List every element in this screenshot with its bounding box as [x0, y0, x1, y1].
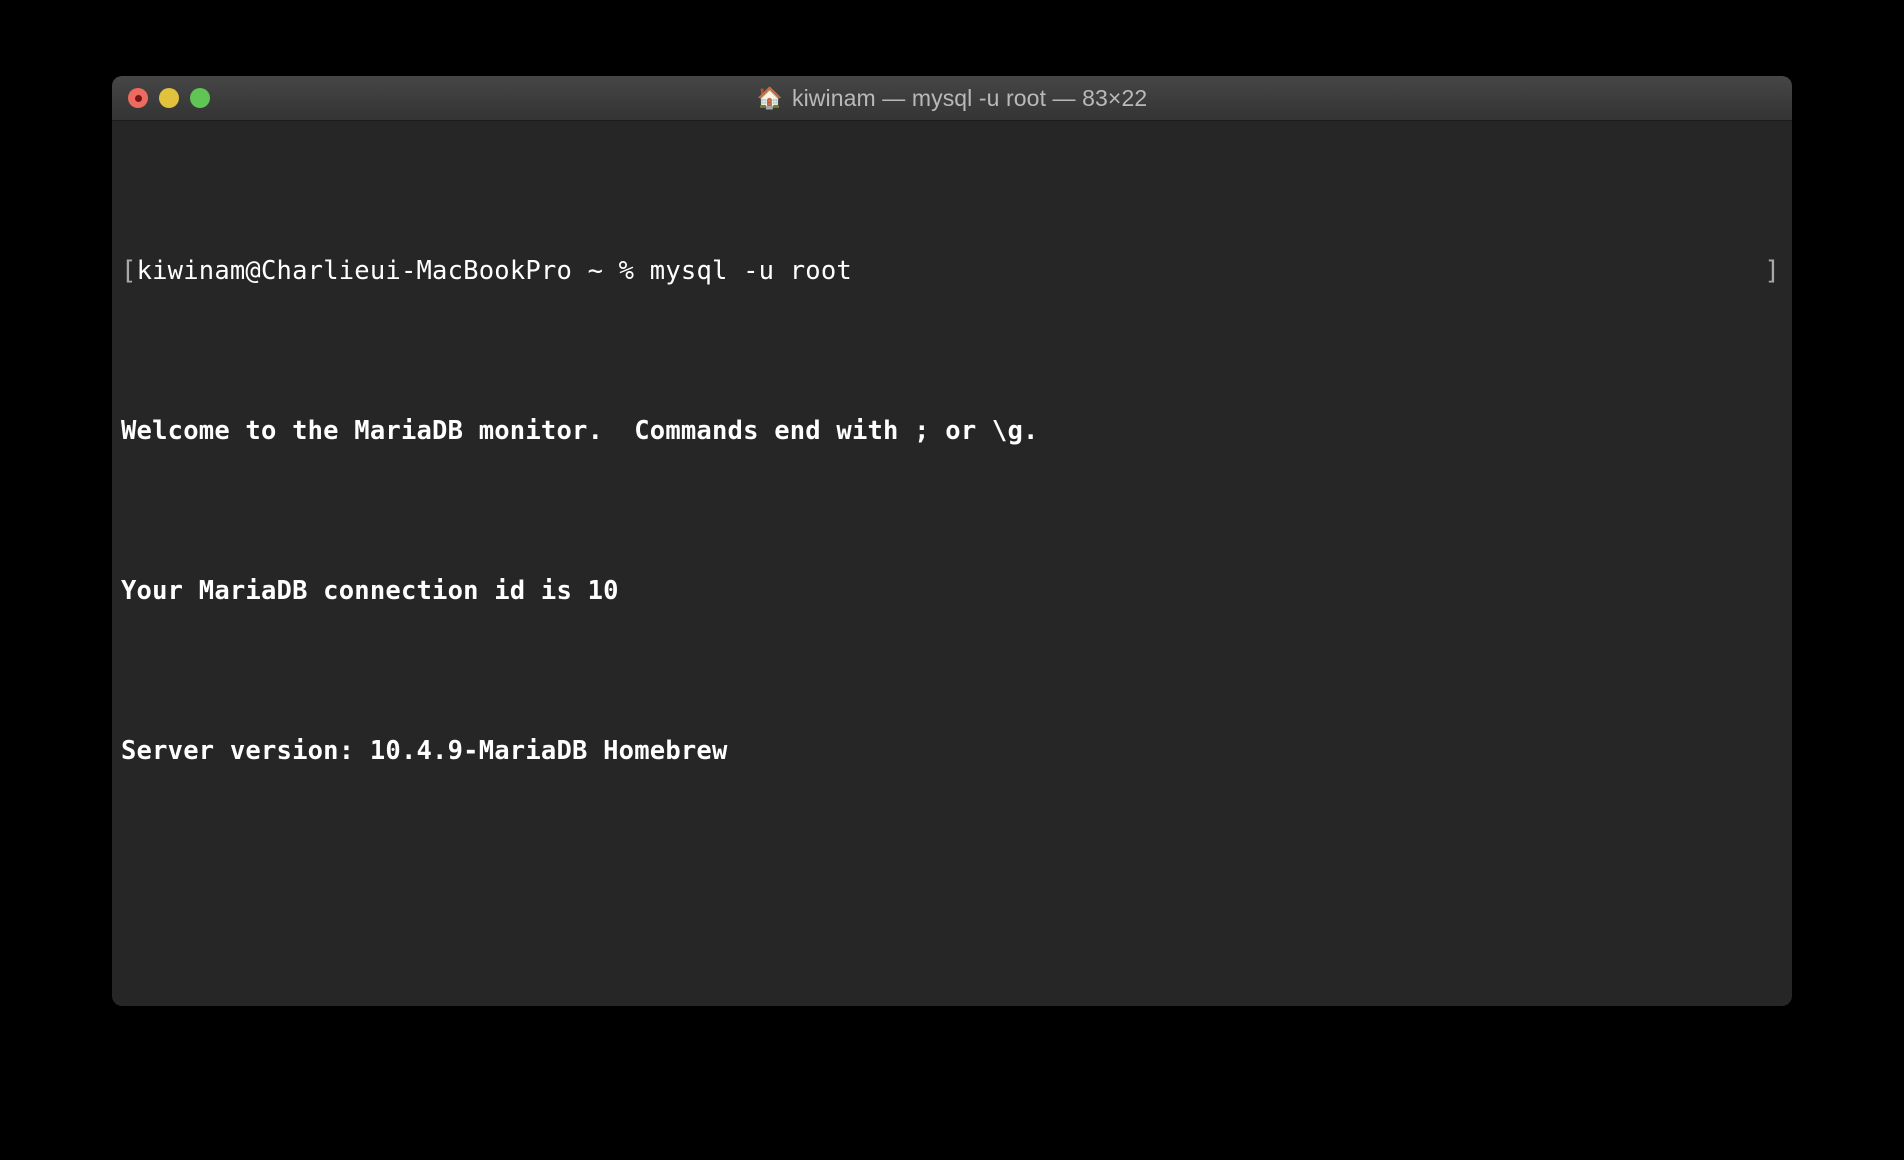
terminal-line-shell-prompt: [kiwinam@Charlieui-MacBookPro ~ % mysql …: [121, 251, 1792, 291]
terminal-line-list: [kiwinam@Charlieui-MacBookPro ~ % mysql …: [112, 131, 1792, 1006]
terminal-line-blank-1: [121, 891, 1792, 931]
window-title-text: kiwinam — mysql -u root — 83×22: [791, 84, 1148, 111]
close-button[interactable]: [128, 88, 148, 108]
desktop-background: 🏠 kiwinam — mysql -u root — 83×22 [kiwin…: [0, 0, 1904, 1160]
window-controls: [128, 76, 210, 120]
terminal-line-text: kiwinam@Charlieui-MacBookPro ~ % mysql -…: [136, 256, 852, 286]
bracketed-paste-end-marker: ]: [1764, 256, 1780, 286]
terminal-line-welcome: Welcome to the MariaDB monitor. Commands…: [121, 416, 1039, 446]
maximize-button[interactable]: [190, 88, 210, 108]
terminal-line-connection-id: Your MariaDB connection id is 10: [121, 576, 619, 606]
terminal-line-server-version: Server version: 10.4.9-MariaDB Homebrew: [121, 736, 728, 766]
bracketed-paste-start-marker: [: [121, 256, 137, 286]
window-title: 🏠 kiwinam — mysql -u root — 83×22: [112, 85, 1792, 112]
window-titlebar[interactable]: 🏠 kiwinam — mysql -u root — 83×22: [112, 76, 1792, 121]
minimize-button[interactable]: [159, 88, 179, 108]
terminal-output-area[interactable]: [kiwinam@Charlieui-MacBookPro ~ % mysql …: [112, 121, 1792, 1006]
house-icon: 🏠: [756, 86, 783, 110]
terminal-window[interactable]: 🏠 kiwinam — mysql -u root — 83×22 [kiwin…: [112, 76, 1792, 1006]
